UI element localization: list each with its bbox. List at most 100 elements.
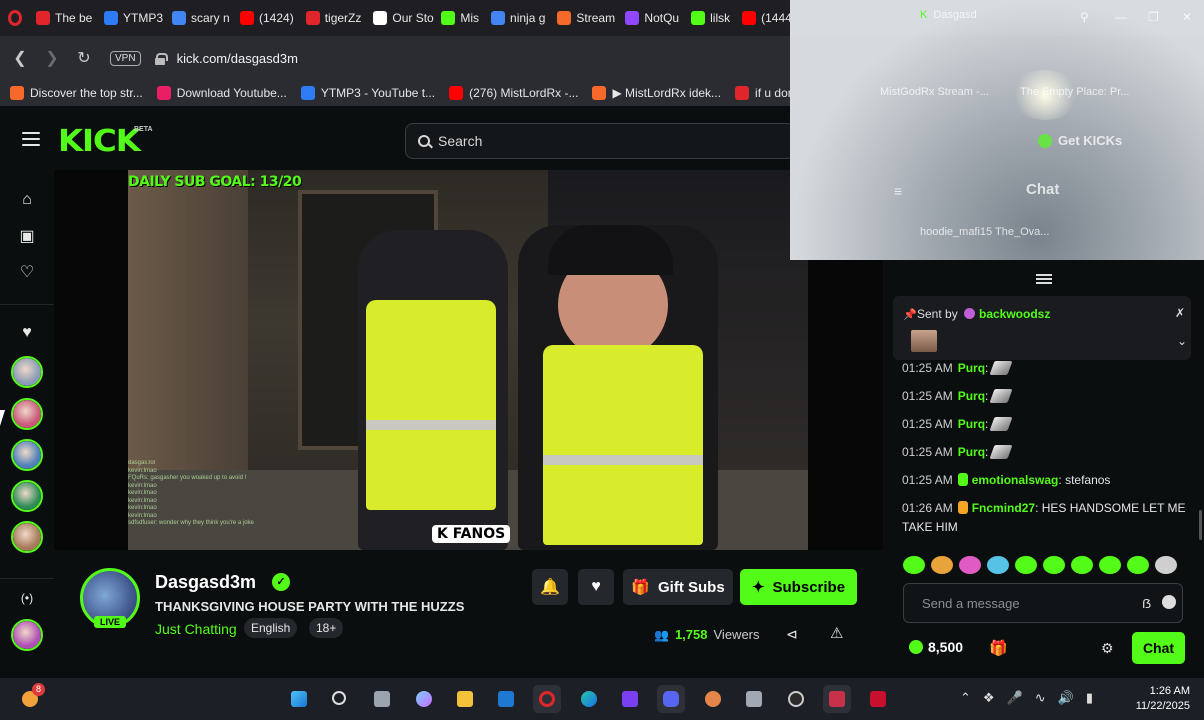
- follow-heart-icon[interactable]: ♥: [578, 569, 614, 605]
- message-username[interactable]: Purq: [958, 417, 985, 431]
- settings-gear-icon[interactable]: ⚙: [1101, 640, 1114, 657]
- pet-app-icon[interactable]: [699, 685, 727, 713]
- camera-icon[interactable]: [740, 685, 768, 713]
- microphone-icon[interactable]: 🎤: [1007, 690, 1023, 706]
- taskbar-search-icon[interactable]: [326, 685, 354, 713]
- start-windows-icon[interactable]: [285, 685, 313, 713]
- report-icon[interactable]: ⚠: [830, 624, 843, 642]
- home-icon[interactable]: ⌂: [17, 190, 37, 210]
- wifi-icon[interactable]: ∿: [1035, 690, 1046, 706]
- volume-icon[interactable]: 🔊: [1058, 690, 1074, 706]
- chat-message[interactable]: 01:26 AM Fncmind27: HES HANDSOME LET ME T…: [902, 499, 1192, 537]
- media-app-icon[interactable]: [616, 685, 644, 713]
- chat-send-button[interactable]: Chat: [1132, 632, 1185, 664]
- browser-tab[interactable]: YTMP3: [98, 4, 166, 32]
- chat-message[interactable]: 01:25 AM emotionalswag: stefanos: [902, 471, 1192, 490]
- bookmark-item[interactable]: Discover the top str...: [10, 86, 143, 100]
- forward-icon[interactable]: ❯: [38, 44, 66, 72]
- message-username[interactable]: emotionalswag: [972, 473, 1059, 487]
- category-link[interactable]: Just Chatting: [155, 621, 237, 637]
- quick-emote-icon[interactable]: [959, 556, 981, 574]
- copilot-icon[interactable]: [410, 685, 438, 713]
- kick-logo[interactable]: KICK: [58, 124, 141, 159]
- quick-emote-icon[interactable]: [1015, 556, 1037, 574]
- chevron-up-icon[interactable]: ⌃: [960, 690, 971, 706]
- chat-message[interactable]: 01:25 AM Purq:: [902, 415, 1192, 434]
- mcafee-icon[interactable]: [864, 685, 892, 713]
- browser-tab[interactable]: The be: [30, 4, 98, 32]
- system-clock[interactable]: 1:26 AM 11/22/2025: [1130, 684, 1190, 714]
- discord-icon[interactable]: [657, 685, 685, 713]
- quick-emote-icon[interactable]: [1155, 556, 1177, 574]
- pinned-message[interactable]: 📌 Sent by backwoodsz ✗ ⌄: [893, 296, 1191, 360]
- recording-app-icon[interactable]: [823, 685, 851, 713]
- vpn-badge[interactable]: VPN: [110, 50, 141, 66]
- browser-tab[interactable]: lilsk: [685, 4, 736, 32]
- chat-emote-icon[interactable]: [989, 417, 1013, 431]
- chat-message[interactable]: 01:25 AM Purq:: [902, 443, 1192, 462]
- bookmark-item[interactable]: ▶ MistLordRx idek...: [592, 86, 721, 100]
- url-field[interactable]: kick.com/dasgasd3m: [177, 51, 298, 66]
- menu-icon[interactable]: [22, 132, 40, 146]
- chat-emote-icon[interactable]: [989, 361, 1013, 375]
- message-username[interactable]: Purq: [958, 445, 985, 459]
- opera-logo-icon[interactable]: [0, 0, 30, 36]
- share-icon[interactable]: ⊲: [786, 626, 798, 643]
- kicks-balance[interactable]: 8,500: [909, 639, 963, 655]
- quick-emote-icon[interactable]: [1099, 556, 1121, 574]
- browser-tab[interactable]: tigerZz: [300, 4, 368, 32]
- unpin-icon[interactable]: ✗: [1175, 306, 1185, 320]
- bookmark-item[interactable]: (276) MistLordRx -...: [449, 86, 578, 100]
- browser-tab[interactable]: scary n: [166, 4, 234, 32]
- reload-icon[interactable]: ↻: [70, 44, 98, 72]
- message-username[interactable]: Purq: [958, 361, 985, 375]
- tag-language[interactable]: English: [244, 618, 298, 638]
- chat-emote-icon[interactable]: [989, 445, 1013, 459]
- browser-tab[interactable]: Stream: [551, 4, 619, 32]
- outlook-icon[interactable]: [492, 685, 520, 713]
- browser-tab[interactable]: (1424): [234, 4, 300, 32]
- chat-emote-icon[interactable]: [989, 389, 1013, 403]
- quick-emote-icon[interactable]: [1071, 556, 1093, 574]
- pinned-sender[interactable]: backwoodsz: [979, 307, 1050, 321]
- followed-channel-avatar[interactable]: [11, 619, 43, 651]
- obs-icon[interactable]: [782, 685, 810, 713]
- back-icon[interactable]: ❮: [6, 44, 34, 72]
- subscribe-button[interactable]: ✦ Subscribe: [740, 569, 857, 605]
- edge-icon[interactable]: [575, 685, 603, 713]
- browser-tab[interactable]: ninja g: [485, 4, 551, 32]
- followed-channel-avatar[interactable]: [11, 356, 43, 388]
- quick-emote-icon[interactable]: [931, 556, 953, 574]
- translate-icon[interactable]: ẞ: [1142, 596, 1151, 611]
- tray-app-icon[interactable]: ❖: [983, 690, 995, 706]
- message-username[interactable]: Fncmind27: [972, 501, 1035, 515]
- followed-channel-avatar[interactable]: [11, 439, 43, 471]
- followed-channel-avatar[interactable]: [11, 521, 43, 553]
- chat-scrollbar[interactable]: [1199, 510, 1202, 540]
- chat-message[interactable]: 01:25 AM Purq:: [902, 359, 1192, 378]
- browser-tab[interactable]: NotQu: [619, 4, 685, 32]
- bookmark-item[interactable]: YTMP3 - YouTube t...: [300, 86, 435, 100]
- lock-icon[interactable]: [154, 52, 168, 65]
- chat-message-input[interactable]: Send a message ẞ: [903, 583, 1183, 623]
- bookmark-item[interactable]: Download Youtube...: [156, 86, 287, 100]
- emoji-icon[interactable]: [1162, 595, 1176, 609]
- file-explorer-icon[interactable]: [451, 685, 479, 713]
- browser-tab[interactable]: Our Sto: [367, 4, 435, 32]
- streamer-name[interactable]: Dasgasd3m: [155, 572, 256, 593]
- following-icon[interactable]: ♡: [17, 263, 37, 283]
- search-input[interactable]: Search: [405, 123, 795, 159]
- quick-emote-icon[interactable]: [903, 556, 925, 574]
- followed-channel-avatar[interactable]: [11, 398, 43, 430]
- quick-emote-icon[interactable]: [1043, 556, 1065, 574]
- quick-emote-icon[interactable]: [1127, 556, 1149, 574]
- followed-channel-avatar[interactable]: [11, 480, 43, 512]
- task-view-icon[interactable]: [368, 685, 396, 713]
- quick-emote-icon[interactable]: [987, 556, 1009, 574]
- battery-icon[interactable]: ▮: [1086, 690, 1093, 706]
- browser-tab[interactable]: Mis: [435, 4, 485, 32]
- message-username[interactable]: Purq: [958, 389, 985, 403]
- browse-icon[interactable]: ▣: [17, 227, 37, 247]
- chevron-down-icon[interactable]: ⌄: [1177, 334, 1187, 348]
- live-channels-icon[interactable]: (•): [17, 588, 37, 608]
